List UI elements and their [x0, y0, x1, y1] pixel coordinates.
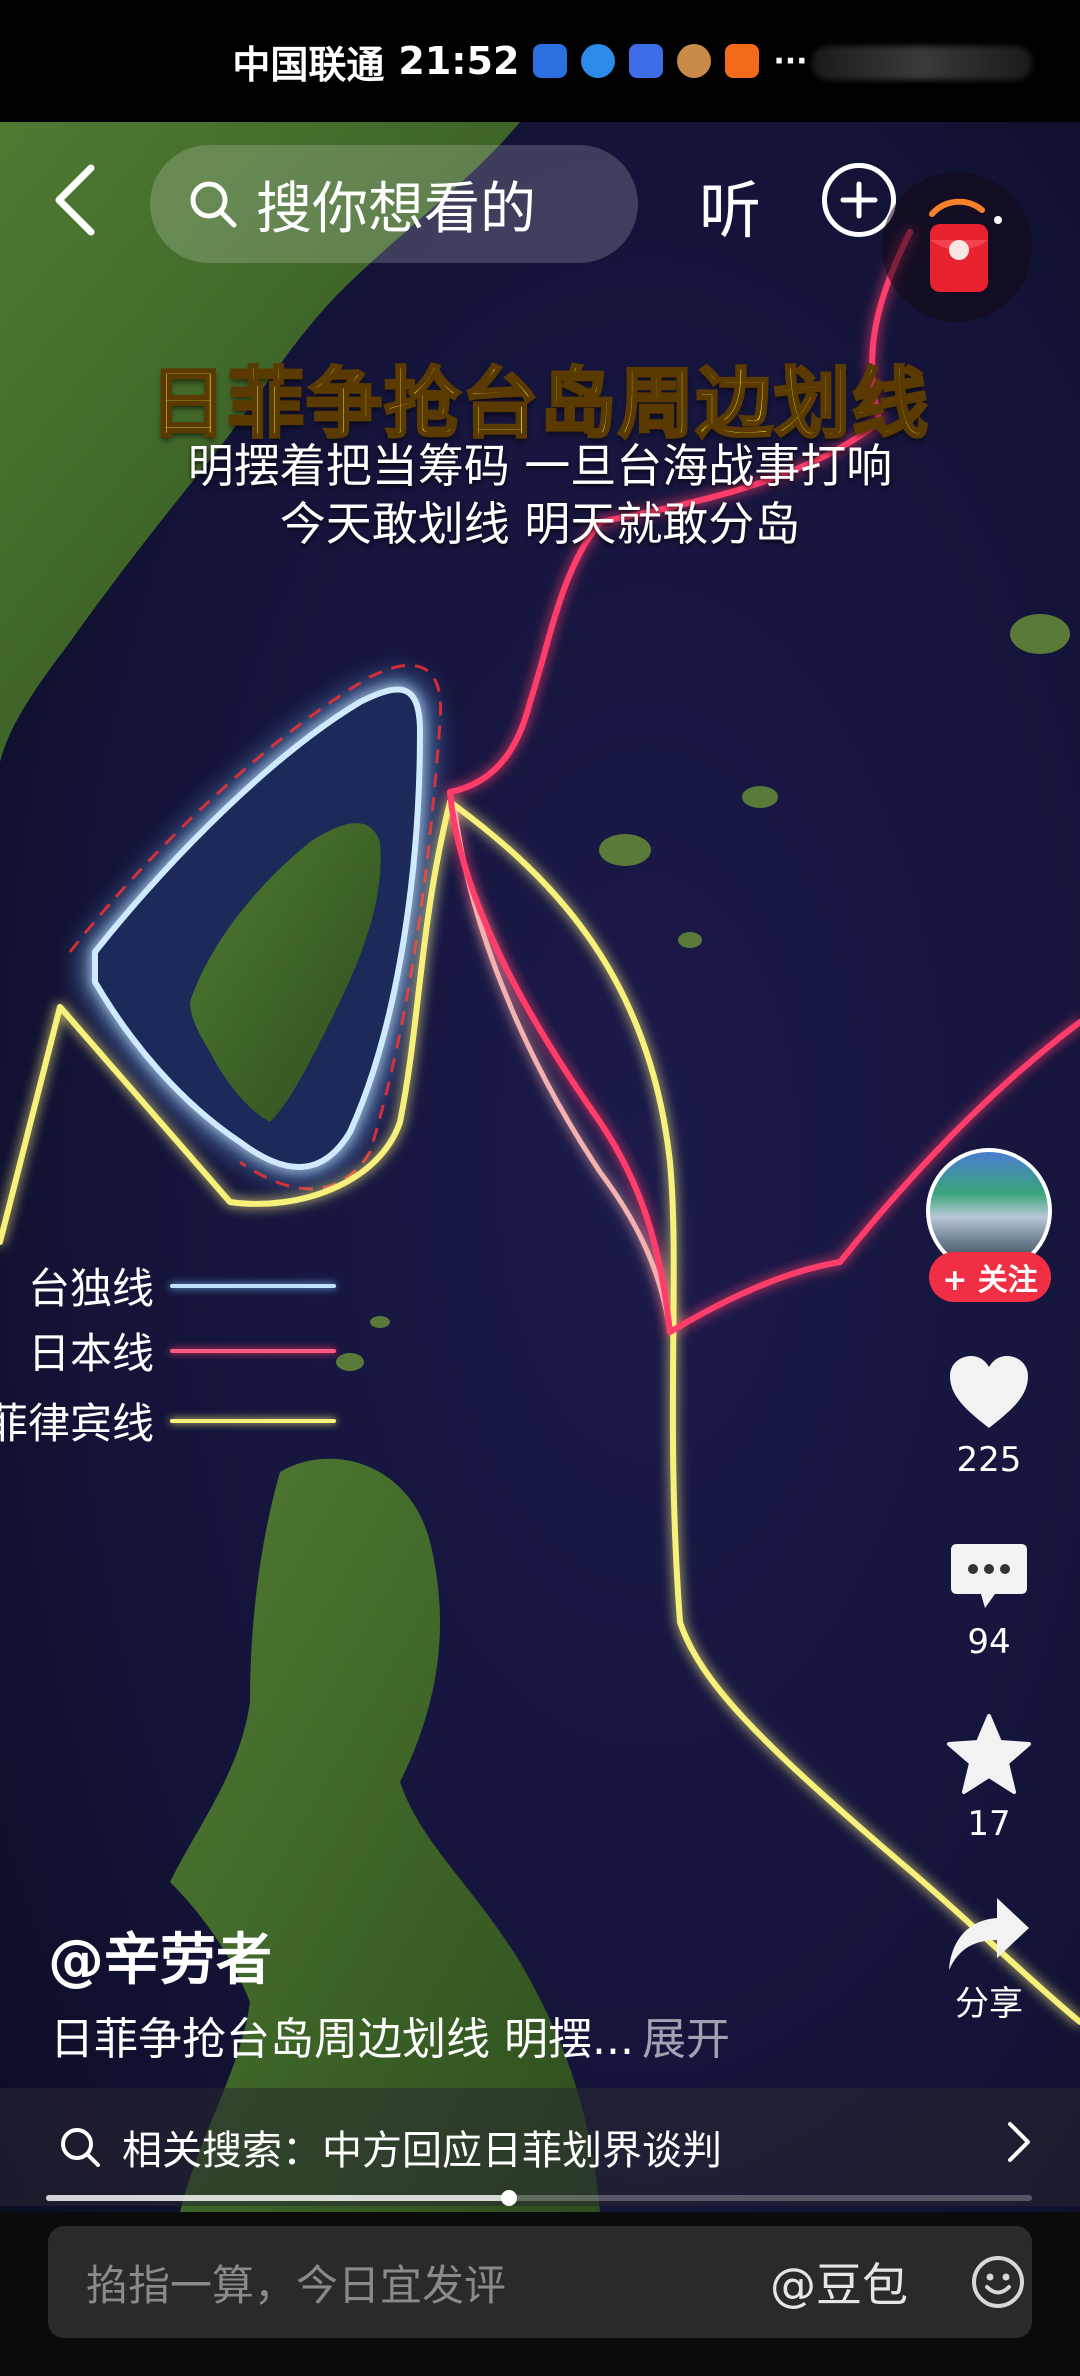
status-bar: 中国联通 21:52 ···	[0, 0, 1080, 122]
comment-bubble-icon	[951, 1544, 1027, 1608]
red-packet-widget[interactable]	[882, 172, 1032, 322]
related-search-text: 相关搜索：中方回应日菲划界谈判	[122, 2128, 722, 2174]
like-count: 225	[956, 1440, 1022, 1480]
progress-fill	[46, 2195, 510, 2201]
app-screen: 中国联通 21:52 ··· 搜你想看的 听 日菲争抢台岛周边划线 明摆着把当筹…	[0, 0, 1080, 2376]
plus-icon	[840, 181, 878, 219]
legend-line-yellow	[170, 1418, 337, 1423]
legend-label: 台独线	[28, 1264, 155, 1313]
video-description[interactable]: 日菲争抢台岛周边划线 明摆... 展开	[50, 2003, 730, 2067]
music-app-icon	[629, 44, 664, 78]
search-placeholder: 搜你想看的	[256, 176, 536, 242]
blue-app-icon	[533, 44, 568, 78]
author-name[interactable]: @辛劳者	[48, 1915, 272, 1996]
legend-label: 菲律宾线	[0, 1399, 155, 1448]
more-notifications-indicator: ···	[773, 43, 808, 79]
star-icon	[947, 1714, 1031, 1794]
comment-bar: 掐指一算，今日宜发评 @豆包	[0, 2212, 1080, 2376]
legend-item: 日本线	[28, 1320, 337, 1381]
chevron-right-icon	[1008, 2122, 1030, 2162]
emoji-smile-icon[interactable]	[970, 2254, 1026, 2310]
share-label: 分享	[955, 1984, 1023, 2024]
status-icons-blurred	[812, 46, 1032, 80]
mention-button[interactable]: @豆包	[770, 2226, 908, 2338]
comment-placeholder: 掐指一算，今日宜发评	[86, 2260, 507, 2310]
share-arrow-icon	[949, 1898, 1029, 1970]
video-subtitle-line2: 今天敢划线 明天就敢分岛	[279, 497, 801, 551]
heart-icon	[950, 1356, 1028, 1428]
back-button[interactable]	[40, 160, 110, 240]
chevron-left-icon	[55, 164, 95, 236]
avatar-app-icon	[677, 44, 712, 78]
legend-line-blue	[170, 1283, 337, 1288]
legend-item: 菲律宾线	[0, 1390, 337, 1451]
legend-line-red	[170, 1348, 337, 1353]
video-subtitle-line1: 明摆着把当筹码 一旦台海战事打响	[187, 439, 893, 493]
legend-label: 日本线	[28, 1329, 155, 1378]
favorite-button[interactable]: 17	[930, 1712, 1048, 1844]
expand-button[interactable]: 展开	[642, 2014, 730, 2065]
comment-button[interactable]: 94	[930, 1540, 1048, 1662]
like-button[interactable]: 225	[930, 1352, 1048, 1480]
search-icon	[61, 2128, 100, 2167]
related-search-bar[interactable]: 相关搜索：中方回应日菲划界谈判	[0, 2088, 1080, 2206]
legend-item: 台独线	[28, 1255, 337, 1316]
description-text: 日菲争抢台岛周边划线 明摆...	[50, 2014, 634, 2065]
search-icon	[190, 181, 237, 228]
orange-app-icon	[725, 44, 760, 78]
blue-circle-app-icon	[581, 44, 616, 78]
search-box[interactable]: 搜你想看的	[150, 145, 638, 263]
comment-count: 94	[967, 1622, 1011, 1662]
follow-button[interactable]: + 关注	[929, 1252, 1051, 1302]
clock: 21:52	[398, 39, 520, 83]
share-button[interactable]: 分享	[930, 1894, 1048, 2025]
favorite-count: 17	[967, 1804, 1011, 1844]
red-packet-icon	[929, 198, 1002, 292]
carrier-label: 中国联通	[232, 42, 385, 87]
listen-button[interactable]: 听	[690, 160, 770, 250]
video-progress-bar[interactable]	[46, 2190, 1032, 2206]
